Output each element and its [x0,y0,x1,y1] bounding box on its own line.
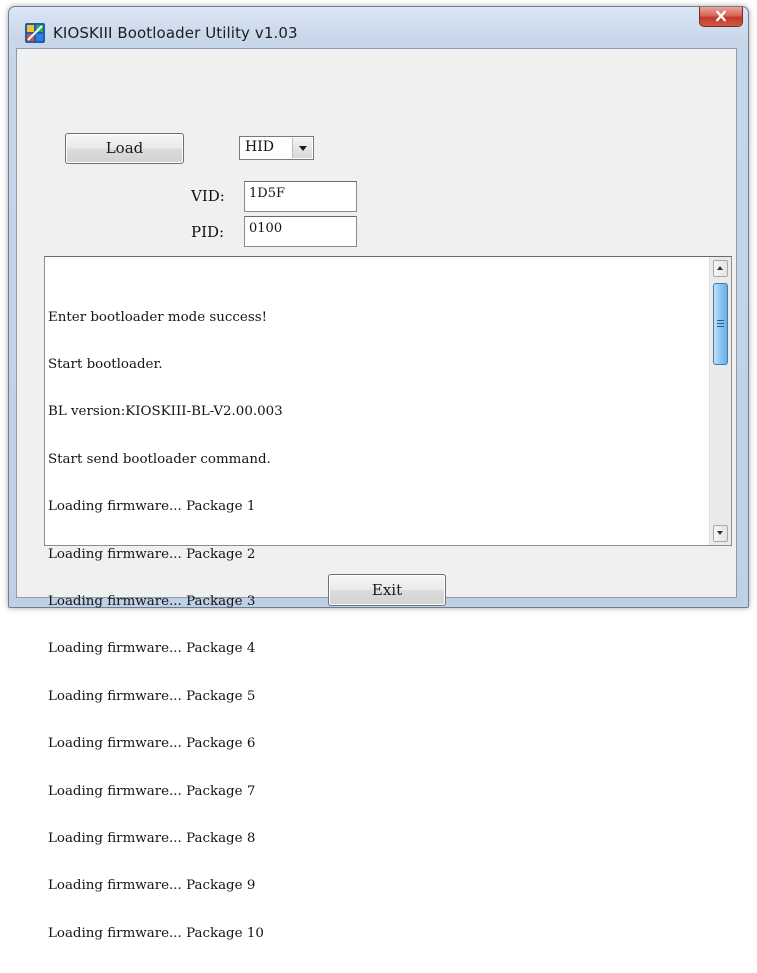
interface-select-value: HID [245,139,274,155]
pid-input[interactable]: 0100 [244,216,357,247]
load-button[interactable]: Load [65,133,184,164]
log-line: Loading firmware... Package 5 [48,688,256,704]
log-line: Loading firmware... Package 9 [48,878,256,894]
vid-label: VID: [191,187,225,205]
close-button[interactable] [699,7,743,27]
window-title: KIOSKIII Bootloader Utility v1.03 [53,24,298,42]
log-line: Enter bootloader mode success! [48,309,267,325]
exit-button[interactable]: Exit [328,574,446,606]
scroll-thumb[interactable] [713,283,728,365]
title-bar[interactable]: KIOSKIII Bootloader Utility v1.03 [9,7,748,47]
log-line: Loading firmware... Package 8 [48,830,256,846]
chevron-down-icon[interactable] [292,138,312,158]
desktop: KIOSKIII Bootloader Utility v1.03 Load H… [0,0,757,941]
vid-input[interactable]: 1D5F [244,181,357,212]
client-area: Load HID VID: 1D5F PID: 0100 Enter bootl… [16,48,737,941]
bootloader-window: KIOSKIII Bootloader Utility v1.03 Load H… [8,6,749,941]
interface-select[interactable]: HID [239,136,314,160]
log-lines: Enter bootloader mode success! Start boo… [48,278,283,973]
log-output[interactable]: Enter bootloader mode success! Start boo… [44,256,732,941]
close-icon [716,10,726,22]
log-line: Loading firmware... Package 6 [48,736,256,752]
grip-icon [717,320,724,328]
log-line: Loading firmware... Package 3 [48,593,256,609]
arrow-down-icon[interactable] [713,525,728,542]
log-line: BL version:KIOSKIII-BL-V2.00.003 [48,404,283,420]
log-line: Loading firmware... Package 2 [48,546,256,562]
log-line: Loading firmware... Package 7 [48,783,256,799]
pid-label: PID: [191,223,225,241]
log-line: Loading firmware... Package 1 [48,499,256,515]
arrow-up-icon[interactable] [713,260,728,277]
log-line: Start send bootloader command. [48,451,271,467]
kiosk-app-icon [25,23,45,43]
log-line: Loading firmware... Package 4 [48,641,256,657]
log-line: Start bootloader. [48,356,163,372]
log-scrollbar[interactable] [709,257,731,545]
log-line: Loading firmware... Package 10 [48,925,264,941]
